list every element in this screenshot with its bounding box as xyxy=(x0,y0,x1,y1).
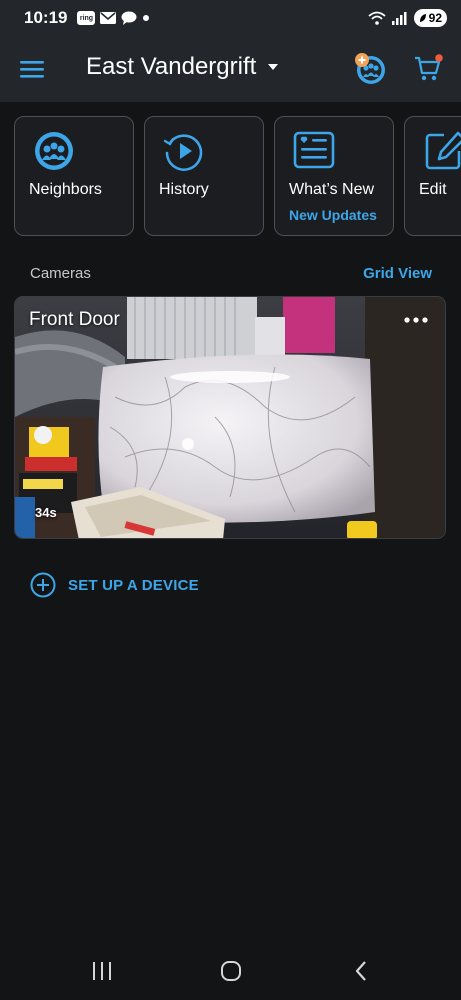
menu-button[interactable] xyxy=(18,56,46,82)
back-button[interactable] xyxy=(350,960,374,982)
status-time: 10:19 xyxy=(24,8,68,27)
cart-icon xyxy=(415,54,443,81)
grid-view-link[interactable]: Grid View xyxy=(363,265,432,282)
recent-apps-button[interactable] xyxy=(90,960,114,982)
neighbors-avatar-icon xyxy=(355,53,385,84)
location-selector[interactable]: East Vandergrift xyxy=(86,53,280,81)
tile-sublabel: New Updates xyxy=(289,207,377,223)
neighbors-avatar-button[interactable] xyxy=(353,51,387,85)
plus-circle-icon xyxy=(30,572,56,598)
app-header: East Vandergrift xyxy=(0,36,461,102)
setup-device-label: SET UP A DEVICE xyxy=(68,576,199,594)
status-bar: 10:19 ring 92 xyxy=(0,0,461,36)
camera-more-button[interactable] xyxy=(401,309,431,331)
ring-app-screen: 10:19 ring 92 East Vandergrift Neighbors… xyxy=(0,0,461,1000)
mail-icon xyxy=(100,12,117,24)
home-button[interactable] xyxy=(219,960,243,982)
snapshot-age: 34s xyxy=(35,505,57,520)
notification-dot xyxy=(435,54,443,62)
camera-name: Front Door xyxy=(29,309,120,330)
home-icon xyxy=(221,961,241,981)
news-icon xyxy=(293,131,335,169)
ring-notification-icon: ring xyxy=(77,11,96,25)
back-icon xyxy=(355,961,366,981)
menu-icon xyxy=(20,61,44,78)
camera-card-front-door[interactable]: Front Door 34s xyxy=(14,296,446,539)
setup-device-button[interactable]: SET UP A DEVICE xyxy=(30,572,199,598)
tile-label: History xyxy=(159,181,209,198)
system-icons: 92 xyxy=(368,9,447,27)
cart-button[interactable] xyxy=(412,53,444,83)
tile-label: Edit xyxy=(419,181,447,198)
tile-label: Neighbors xyxy=(29,181,102,198)
dot-icon xyxy=(143,15,150,21)
wifi-icon xyxy=(368,11,386,25)
edit-icon xyxy=(425,131,461,170)
cameras-header: Cameras Grid View xyxy=(30,265,432,282)
tile-whats-new[interactable]: What’s New New Updates xyxy=(274,116,394,236)
more-options-icon xyxy=(404,317,428,323)
tile-history[interactable]: History xyxy=(144,116,264,236)
signal-icon xyxy=(391,12,407,25)
battery-level: 92 xyxy=(428,11,442,25)
battery-saver-icon xyxy=(419,14,426,22)
chat-icon xyxy=(121,11,137,25)
neighbors-icon xyxy=(35,132,73,170)
system-nav-bar xyxy=(0,940,461,1000)
tile-neighbors[interactable]: Neighbors xyxy=(14,116,134,236)
cameras-title: Cameras xyxy=(30,265,91,282)
tile-label: What’s New xyxy=(289,181,375,198)
shortcut-tiles: Neighbors History What’s New New Updates xyxy=(14,116,461,236)
caret-down-icon xyxy=(268,64,279,70)
location-name: East Vandergrift xyxy=(86,53,257,80)
tile-edit[interactable]: Edit xyxy=(404,116,461,236)
notification-icons: ring xyxy=(77,11,150,25)
battery-indicator: 92 xyxy=(413,9,447,27)
recent-apps-icon xyxy=(93,962,111,980)
history-icon xyxy=(163,134,203,171)
camera-snapshot xyxy=(15,297,445,538)
